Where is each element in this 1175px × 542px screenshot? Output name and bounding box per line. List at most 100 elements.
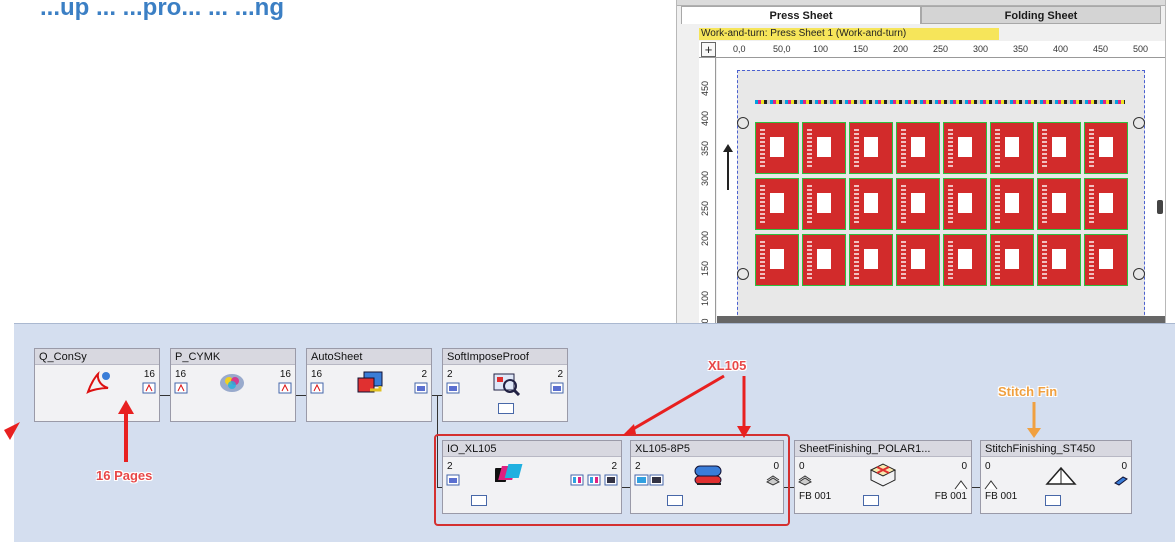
ruler-tick-label: 50,0: [773, 44, 791, 54]
page-white-block: [770, 137, 784, 157]
page-cell: [1037, 234, 1081, 286]
ruler-tick-label: 400: [1053, 44, 1069, 54]
ruler-tick-label: 250: [700, 200, 710, 216]
xl105-arrow-left-head: [622, 424, 636, 436]
page-white-block: [864, 137, 878, 157]
page-white-block: [864, 249, 878, 269]
ruler-tick-label: 500: [1133, 44, 1149, 54]
page-cell: [755, 234, 799, 286]
page-white-block: [1052, 137, 1066, 157]
page-white-block: [1052, 249, 1066, 269]
vertical-ruler: [699, 58, 716, 325]
ruler-tick-label: 450: [700, 80, 710, 96]
page-text-stripe: [948, 185, 953, 223]
registration-mark-icon: [1133, 117, 1145, 129]
page-white-block: [770, 249, 784, 269]
tab-folding-sheet[interactable]: Folding Sheet: [921, 6, 1161, 24]
page-text-stripe: [807, 241, 812, 279]
ruler-tick-label: 400: [700, 110, 710, 126]
ruler-tick-label: 100: [700, 290, 710, 306]
page-cell: [896, 122, 940, 174]
page-text-stripe: [760, 185, 765, 223]
screenshot-page: ...up ... ...pro... ... ...ng Press Shee…: [0, 0, 1175, 542]
page-white-block: [1052, 193, 1066, 213]
page-cell: [990, 178, 1034, 230]
zoom-plus-button[interactable]: +: [701, 42, 716, 57]
page-white-block: [770, 193, 784, 213]
page-cell: [896, 234, 940, 286]
page-white-block: [958, 137, 972, 157]
page-cell: [990, 122, 1034, 174]
color-control-bar: [755, 100, 1125, 104]
page-text-stripe: [1042, 185, 1047, 223]
pages-arrow-head: [118, 400, 134, 414]
scroll-handle[interactable]: [1157, 200, 1163, 214]
press-sheet-window: Press Sheet Folding Sheet Work-and-turn:…: [676, 0, 1166, 325]
xl105-arrow-down-head: [737, 426, 751, 438]
page-text-stripe: [995, 185, 1000, 223]
page-white-block: [958, 249, 972, 269]
page-cell: [1037, 178, 1081, 230]
annotation-arrows: [4, 374, 1041, 462]
page-white-block: [1099, 249, 1113, 269]
page-cell: [943, 234, 987, 286]
page-white-block: [1099, 193, 1113, 213]
page-cell: [849, 122, 893, 174]
xl105-arrow-left: [627, 374, 725, 434]
ruler-tick-label: 200: [893, 44, 909, 54]
ruler-tick-label: 300: [700, 170, 710, 186]
registration-mark-icon: [737, 268, 749, 280]
page-cell: [943, 178, 987, 230]
grain-direction-arrow: [723, 144, 733, 190]
ruler-tick-label: 100: [813, 44, 829, 54]
page-cell: [755, 178, 799, 230]
page-text-stripe: [901, 241, 906, 279]
page-cell: [1084, 122, 1128, 174]
ruler-tick-label: 150: [700, 260, 710, 276]
page-white-block: [1099, 137, 1113, 157]
page-title: ...up ... ...pro... ... ...ng: [40, 0, 284, 21]
ruler-tick-label: 350: [700, 140, 710, 156]
ruler-tick-label: 0,0: [733, 44, 746, 54]
page-text-stripe: [948, 129, 953, 167]
page-text-stripe: [1042, 241, 1047, 279]
page-cell: [1037, 122, 1081, 174]
left-edge-arrow-head: [4, 422, 20, 440]
page-white-block: [1005, 137, 1019, 157]
page-text-stripe: [807, 129, 812, 167]
sheet-tabs: Press Sheet Folding Sheet: [681, 6, 1161, 24]
registration-mark-icon: [1133, 268, 1145, 280]
page-white-block: [958, 193, 972, 213]
page-text-stripe: [854, 241, 859, 279]
page-text-stripe: [854, 185, 859, 223]
sheet-label: Work-and-turn: Press Sheet 1 (Work-and-t…: [699, 28, 999, 40]
page-text-stripe: [995, 241, 1000, 279]
page-cell: [755, 122, 799, 174]
page-cell: [943, 122, 987, 174]
workflow-panel: Q_ConSy 16 P_CYMK 16 16 AutoSheet 16 2 S…: [4, 323, 1175, 542]
ruler-tick-label: 450: [1093, 44, 1109, 54]
page-text-stripe: [948, 241, 953, 279]
page-text-stripe: [807, 185, 812, 223]
stitch-arrow-head: [1027, 428, 1041, 438]
ruler-tick-label: 250: [933, 44, 949, 54]
page-cell: [1084, 178, 1128, 230]
page-white-block: [1005, 249, 1019, 269]
page-white-block: [817, 193, 831, 213]
page-white-block: [864, 193, 878, 213]
page-text-stripe: [1089, 185, 1094, 223]
page-cell: [802, 178, 846, 230]
page-white-block: [817, 249, 831, 269]
page-text-stripe: [1042, 129, 1047, 167]
page-cell: [802, 234, 846, 286]
tab-press-sheet[interactable]: Press Sheet: [681, 6, 921, 24]
page-cell: [849, 178, 893, 230]
page-white-block: [911, 137, 925, 157]
page-text-stripe: [901, 129, 906, 167]
registration-mark-icon: [737, 117, 749, 129]
page-cell: [802, 122, 846, 174]
page-cell: [990, 234, 1034, 286]
page-text-stripe: [901, 185, 906, 223]
page-white-block: [911, 249, 925, 269]
page-cell: [1084, 234, 1128, 286]
